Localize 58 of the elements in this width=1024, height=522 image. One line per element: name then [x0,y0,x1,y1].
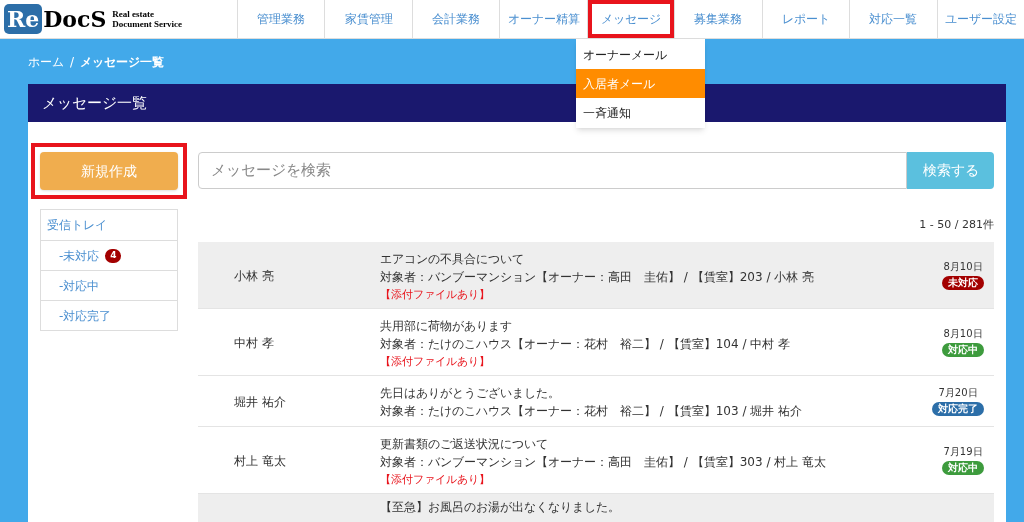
nav-item[interactable]: 会計業務 [412,0,500,38]
breadcrumb-separator: / [70,53,75,71]
message-target: 対象者：たけのこハウス【オーナー：花村 裕二】 / 【賃室】104 / 中村 孝 [380,336,792,352]
folder-label[interactable]: -対応中 [59,276,100,295]
breadcrumb-current: メッセージ一覧 [80,53,165,71]
message-date: 8月10日 [943,327,983,341]
message-target: 対象者：バンブーマンション【オーナー：高田 圭佑】 / 【賃室】303 / 村上 竜太 [380,454,828,470]
message-row[interactable]: 【至急】お風呂のお湯が出なくなりました。 [198,493,994,522]
breadcrumb-link[interactable]: ホーム [28,52,64,71]
nav-item[interactable]: 家賃管理 [325,0,412,38]
message-date: 8月10日 [943,260,983,274]
nav-item[interactable]: メッセージ [587,0,675,38]
count-badge: 4 [105,248,122,263]
nav-item[interactable]: 募集業務 [675,0,762,38]
nav-item[interactable]: レポート [762,0,850,38]
sender-name: 村上 竜太 [234,453,286,468]
folder-item[interactable]: -未対応 4 [41,240,177,270]
message-target: 対象者：バンブーマンション【オーナー：高田 圭佑】 / 【賃室】203 / 小林 亮 [380,269,816,285]
status-badge: 対応完了 [932,402,984,416]
new-message-button[interactable]: 新規作成 [40,152,178,190]
logo-tagline: Document Service [112,19,183,29]
nav-item[interactable]: 管理業務 [238,0,325,38]
attachment-note: 【添付ファイルあり】 [380,353,491,368]
status-badge: 対応中 [942,343,984,357]
logo-tagline: Real estate [112,9,156,19]
menu-item[interactable]: オーナーメール [576,40,705,69]
message-subject: 【至急】お風呂のお湯が出なくなりました。 [380,498,621,516]
sender-name: 堀井 祐介 [234,394,286,409]
message-subject: エアコンの不具合について [380,250,525,268]
message-date: 7月19日 [943,445,983,459]
result-count: 1 - 50 / 281件 [919,217,994,233]
status-badge: 対応中 [942,461,984,475]
folder-item[interactable]: -対応完了 [41,300,177,330]
sender-name: 小林 亮 [234,268,274,283]
message-subject: 共用部に荷物があります [380,317,513,335]
message-row[interactable]: 小林 亮 エアコンの不具合について 対象者：バンブーマンション【オーナー：高田 圭佑】 / 【賃室】203 / 小林 亮 【添付ファイルあり】 8月10日 未対応 [198,241,994,309]
nav-item[interactable]: 対応一覧 [850,0,937,38]
search-button[interactable]: 検索する [907,152,994,189]
message-date: 7月20日 [938,386,978,400]
logo-name: DocS [43,5,107,34]
message-target: 対象者：たけのこハウス【オーナー：花村 裕二】 / 【賃室】103 / 堀井 祐介 [380,403,804,419]
nav-item[interactable]: ユーザー設定 [937,0,1024,38]
logo-mark: Re [4,4,43,34]
folder-label[interactable]: 受信トレイ [47,216,107,234]
menu-item[interactable]: 入居者メール [576,69,705,98]
sender-name: 中村 孝 [234,335,274,350]
folder-item[interactable]: 受信トレイ [41,210,177,240]
menu-item[interactable]: 一斉通知 [576,98,705,127]
search-field[interactable]: メッセージを検索 [198,152,907,189]
attachment-note: 【添付ファイルあり】 [380,286,491,301]
folder-item[interactable]: -対応中 [41,270,177,300]
nav-item[interactable]: オーナー精算 [500,0,587,38]
message-subject: 更新書類のご返送状況について [380,435,549,453]
folder-label[interactable]: -未対応 [59,246,100,265]
message-subject: 先日はありがとうございました。 [380,384,561,402]
attachment-note: 【添付ファイルあり】 [380,471,491,486]
folder-label[interactable]: -対応完了 [59,306,112,325]
status-badge: 未対応 [942,276,984,290]
